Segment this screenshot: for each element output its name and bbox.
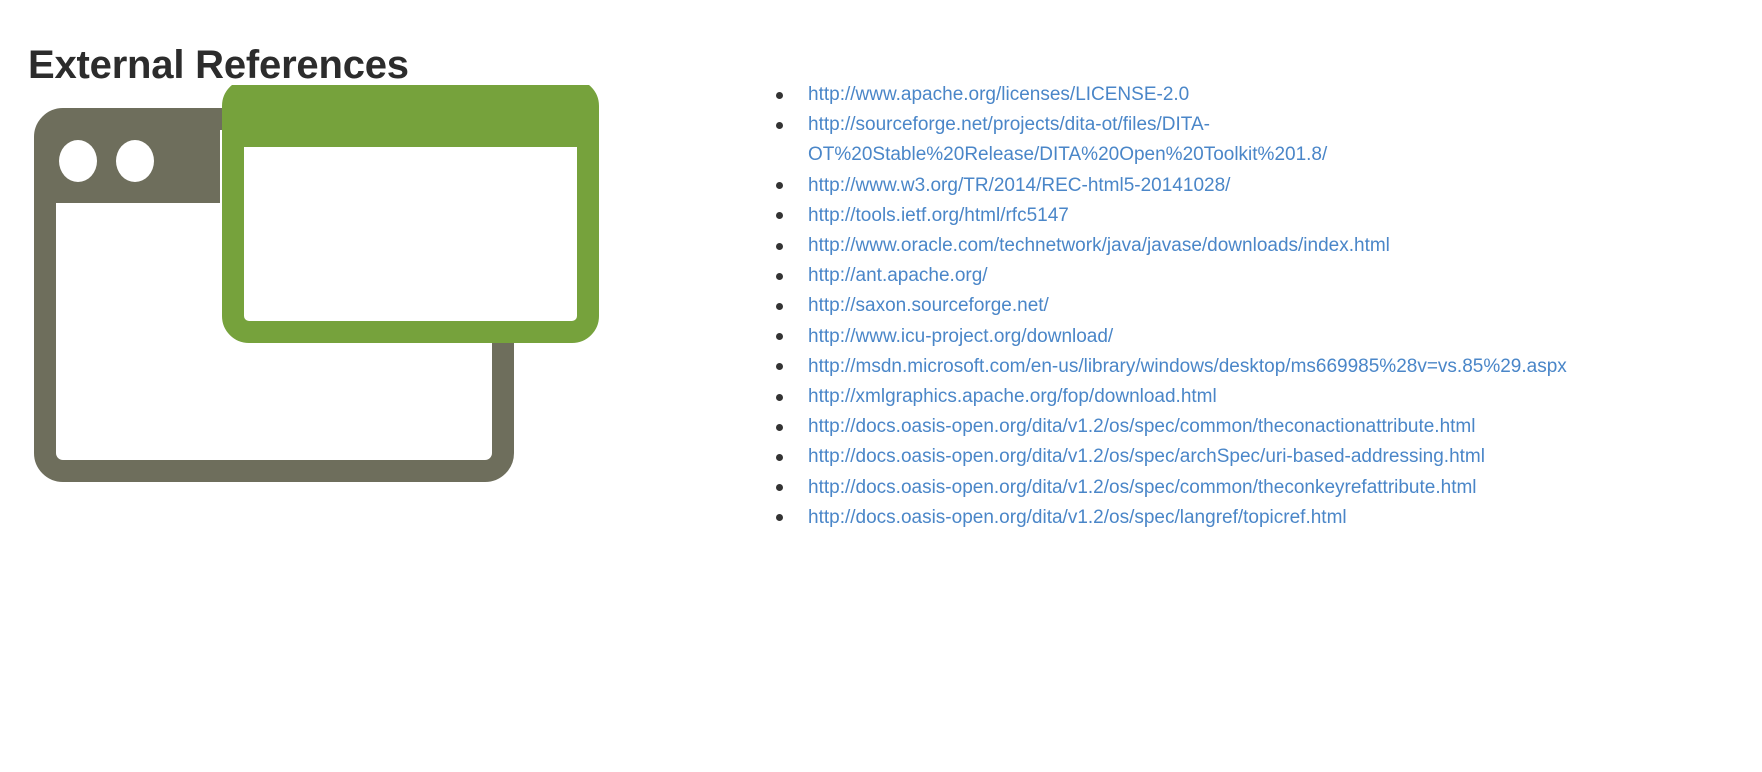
external-link[interactable]: http://www.apache.org/licenses/LICENSE-2…: [808, 80, 1628, 110]
list-bullet-icon: [776, 91, 783, 99]
list-item: http://docs.oasis-open.org/dita/v1.2/os/…: [776, 442, 1628, 472]
external-link[interactable]: http://tools.ietf.org/html/rfc5147: [808, 201, 1628, 231]
list-item: http://tools.ietf.org/html/rfc5147: [776, 201, 1628, 231]
external-link[interactable]: http://ant.apache.org/: [808, 261, 1628, 291]
external-link[interactable]: http://www.w3.org/TR/2014/REC-html5-2014…: [808, 171, 1628, 201]
external-link[interactable]: http://www.icu-project.org/download/: [808, 322, 1628, 352]
back-window-dot-1: [59, 140, 97, 182]
list-item: http://msdn.microsoft.com/en-us/library/…: [776, 352, 1628, 382]
external-link[interactable]: http://sourceforge.net/projects/dita-ot/…: [808, 110, 1628, 170]
list-bullet-icon: [776, 423, 783, 431]
list-item: http://www.w3.org/TR/2014/REC-html5-2014…: [776, 171, 1628, 201]
list-item: http://saxon.sourceforge.net/: [776, 291, 1628, 321]
front-browser-window-icon: [222, 85, 599, 343]
list-bullet-icon: [776, 363, 783, 371]
list-item: http://www.oracle.com/technetwork/java/j…: [776, 231, 1628, 261]
page-title: External References: [28, 42, 409, 87]
external-link[interactable]: http://docs.oasis-open.org/dita/v1.2/os/…: [808, 442, 1628, 472]
list-bullet-icon: [776, 453, 783, 461]
external-link[interactable]: http://msdn.microsoft.com/en-us/library/…: [808, 352, 1628, 382]
list-item: http://docs.oasis-open.org/dita/v1.2/os/…: [776, 503, 1628, 533]
list-bullet-icon: [776, 212, 783, 220]
list-item: http://www.apache.org/licenses/LICENSE-2…: [776, 80, 1628, 110]
external-references-list: http://www.apache.org/licenses/LICENSE-2…: [776, 80, 1628, 533]
list-bullet-icon: [776, 121, 783, 129]
list-bullet-icon: [776, 393, 783, 401]
back-window-dot-2: [116, 140, 154, 182]
external-link[interactable]: http://docs.oasis-open.org/dita/v1.2/os/…: [808, 503, 1628, 533]
list-item: http://www.icu-project.org/download/: [776, 322, 1628, 352]
external-link[interactable]: http://saxon.sourceforge.net/: [808, 291, 1628, 321]
list-bullet-icon: [776, 333, 783, 341]
external-link[interactable]: http://xmlgraphics.apache.org/fop/downlo…: [808, 382, 1628, 412]
front-window-titlebar: [233, 90, 588, 147]
external-link[interactable]: http://www.oracle.com/technetwork/java/j…: [808, 231, 1628, 261]
browser-windows-graphic: [34, 85, 599, 482]
list-bullet-icon: [776, 242, 783, 250]
list-item: http://docs.oasis-open.org/dita/v1.2/os/…: [776, 473, 1628, 503]
external-links-illustration: [30, 85, 600, 485]
external-link[interactable]: http://docs.oasis-open.org/dita/v1.2/os/…: [808, 473, 1628, 503]
list-item: http://xmlgraphics.apache.org/fop/downlo…: [776, 382, 1628, 412]
list-bullet-icon: [776, 182, 783, 190]
list-bullet-icon: [776, 484, 783, 492]
list-bullet-icon: [776, 302, 783, 310]
list-item: http://docs.oasis-open.org/dita/v1.2/os/…: [776, 412, 1628, 442]
list-item: http://ant.apache.org/: [776, 261, 1628, 291]
external-link[interactable]: http://docs.oasis-open.org/dita/v1.2/os/…: [808, 412, 1628, 442]
list-bullet-icon: [776, 514, 783, 522]
list-item: http://sourceforge.net/projects/dita-ot/…: [776, 110, 1628, 170]
list-bullet-icon: [776, 272, 783, 280]
